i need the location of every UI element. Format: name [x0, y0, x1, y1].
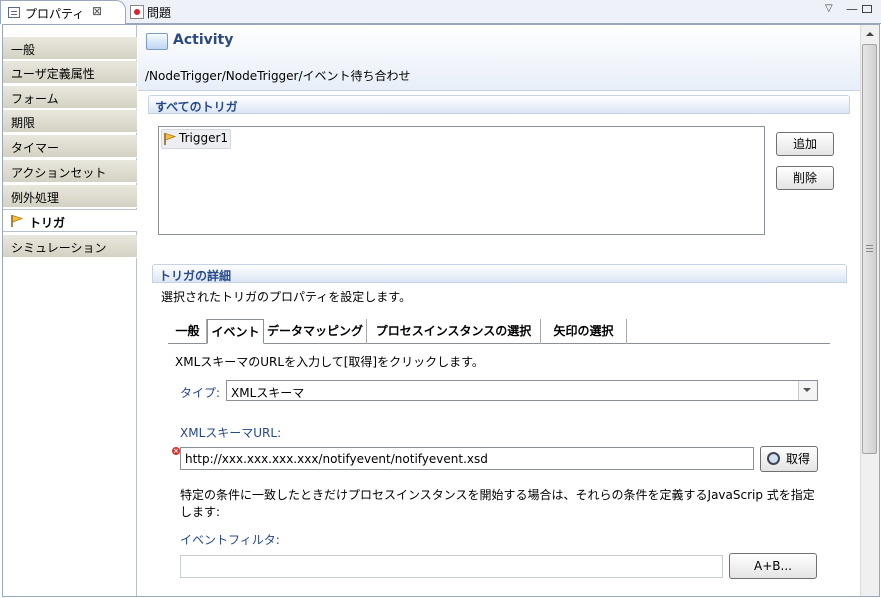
chevron-up-icon	[866, 32, 874, 36]
tab-process-instance-selection[interactable]: プロセスインスタンスの選択	[367, 319, 541, 344]
minimize-icon[interactable]: —	[846, 2, 858, 16]
properties-icon	[8, 7, 20, 18]
sidebar-item-label: 期限	[11, 116, 36, 130]
type-label: タイプ:	[180, 386, 221, 400]
breadcrumb: /NodeTrigger/NodeTrigger/イベント待ち合わせ	[145, 69, 411, 83]
problems-icon	[130, 5, 144, 19]
activity-icon	[146, 33, 168, 50]
tab-data-mapping[interactable]: データマッピング	[264, 319, 367, 344]
filter-description-continued: します:	[180, 505, 221, 519]
sidebar-item-label: ユーザ定義属性	[11, 67, 95, 81]
schema-url-label: XMLスキーマURL:	[180, 426, 282, 440]
tab-arrow-selection[interactable]: 矢印の選択	[541, 319, 627, 344]
flag-icon	[164, 132, 177, 145]
sidebar-item-action-set[interactable]: アクションセット	[3, 160, 137, 183]
page-title: Activity	[173, 32, 234, 48]
tab-close-icon[interactable]: ⊠	[92, 4, 102, 18]
trigger-list[interactable]	[158, 126, 765, 235]
sidebar-item-deadline[interactable]: 期限	[3, 110, 137, 133]
sidebar-item-exception[interactable]: 例外処理	[3, 185, 137, 208]
all-triggers-section-header[interactable]: すべてのトリガ	[148, 95, 850, 114]
sidebar-item-simulation[interactable]: シミュレーション	[3, 235, 137, 258]
grip-icon	[866, 245, 873, 252]
event-filter-input[interactable]	[180, 555, 723, 578]
sidebar-item-label: シミュレーション	[11, 241, 107, 255]
tab-properties[interactable]: プロパティ ⊠	[0, 0, 126, 24]
section-title: すべてのトリガ	[155, 100, 238, 114]
fetch-button[interactable]: 取得	[760, 446, 818, 472]
tab-event[interactable]: イベント	[207, 319, 264, 344]
tab-properties-label: プロパティ	[25, 7, 85, 21]
flag-icon	[11, 214, 24, 227]
sidebar-item-general[interactable]: 一般	[3, 37, 137, 60]
sidebar-item-label: トリガ	[29, 216, 66, 230]
sidebar-item-user-attributes[interactable]: ユーザ定義属性	[3, 61, 137, 84]
sidebar-item-trigger[interactable]: トリガ	[3, 209, 137, 232]
error-icon: ×	[172, 447, 180, 455]
trigger-detail-section-header[interactable]: トリガの詳細	[152, 264, 847, 283]
filter-description: 特定の条件に一致したときだけプロセスインスタンスを開始する場合は、それらの条件を…	[180, 488, 815, 502]
sidebar-item-form[interactable]: フォーム	[3, 86, 137, 109]
tab-problems[interactable]: 問題	[127, 2, 177, 23]
event-filter-label: イベントフィルタ:	[180, 533, 280, 547]
delete-trigger-button[interactable]: 削除	[776, 166, 834, 190]
view-menu-icon[interactable]: ▽	[825, 3, 833, 14]
add-trigger-button[interactable]: 追加	[776, 132, 834, 156]
chevron-down-icon	[803, 388, 811, 392]
list-item-label: Trigger1	[179, 131, 229, 145]
sidebar-item-label: 例外処理	[11, 191, 60, 205]
tab-problems-label: 問題	[147, 6, 172, 20]
fetch-button-label: 取得	[786, 452, 811, 466]
sidebar-item-label: フォーム	[11, 92, 59, 106]
tab-general[interactable]: 一般	[169, 319, 207, 344]
maximize-icon[interactable]	[862, 5, 872, 13]
sidebar-item-timer[interactable]: タイマー	[3, 135, 137, 158]
schema-url-input[interactable]	[180, 447, 754, 470]
sidebar-item-label: アクションセット	[11, 166, 107, 180]
sidebar-item-label: 一般	[11, 43, 36, 57]
expression-builder-button[interactable]: A+B...	[729, 553, 817, 579]
sidebar-item-label: タイマー	[11, 141, 60, 155]
search-icon	[767, 452, 780, 465]
trigger-detail-description: 選択されたトリガのプロパティを設定します。	[161, 290, 412, 304]
section-title: トリガの詳細	[159, 269, 232, 283]
type-select-value: XMLスキーマ	[231, 386, 305, 400]
event-description: XMLスキーマのURLを入力して[取得]をクリックします。	[175, 355, 484, 369]
type-select[interactable]	[226, 380, 818, 401]
